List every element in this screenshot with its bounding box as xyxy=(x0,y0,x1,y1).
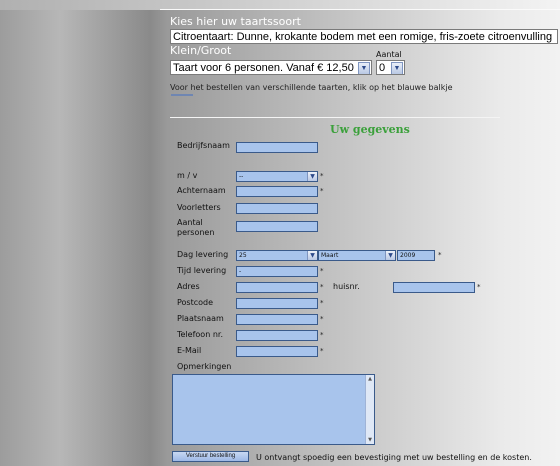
persons-label-line2: personen xyxy=(177,228,215,237)
size-select[interactable]: Taart voor 6 personen. Vanaf € 12,50 ▼ xyxy=(170,60,372,75)
phone-field[interactable] xyxy=(236,330,318,341)
housenumber-field[interactable] xyxy=(393,282,475,293)
delivery-year-field[interactable]: 2009 xyxy=(397,250,435,261)
required-mark: * xyxy=(320,299,324,307)
lastname-field[interactable] xyxy=(236,186,318,197)
address-label: Adres xyxy=(177,282,200,291)
postcode-label: Postcode xyxy=(177,298,214,307)
scroll-up-icon[interactable]: ▲ xyxy=(366,375,374,383)
amount-select-value: 0 xyxy=(379,62,386,74)
persons-label-line1: Aantal xyxy=(177,218,203,227)
housenumber-label: huisnr. xyxy=(333,282,360,291)
company-field[interactable] xyxy=(236,142,318,153)
initials-field[interactable] xyxy=(236,203,318,214)
product-title: Kies hier uw taartssoort xyxy=(170,15,301,28)
order-hint: Voor het bestellen van verschillende taa… xyxy=(170,83,453,92)
initials-label: Voorletters xyxy=(177,203,221,212)
top-bar-line xyxy=(160,9,560,10)
lastname-label: Achternaam xyxy=(177,186,226,195)
amount-select[interactable]: 0 ▼ xyxy=(376,60,405,75)
required-mark: * xyxy=(320,283,324,291)
comments-label: Opmerkingen xyxy=(177,362,232,371)
delivery-month-select[interactable]: Maart ▼ xyxy=(318,250,396,261)
persons-field[interactable] xyxy=(236,221,318,232)
submit-order-button[interactable]: Verstuur bestelling xyxy=(172,451,249,462)
chevron-down-icon: ▼ xyxy=(358,62,370,74)
gender-label: m / v xyxy=(177,171,198,180)
postcode-field[interactable] xyxy=(236,298,318,309)
required-mark: * xyxy=(320,187,324,195)
required-mark: * xyxy=(320,172,324,180)
email-field[interactable] xyxy=(236,346,318,357)
required-mark: * xyxy=(320,347,324,355)
form-divider xyxy=(170,117,500,118)
delivery-year-value: 2009 xyxy=(400,252,416,259)
gender-select[interactable]: -- ▼ xyxy=(236,171,318,182)
delivery-day-label: Dag levering xyxy=(177,250,229,259)
address-field[interactable] xyxy=(236,282,318,293)
comments-textarea[interactable]: ▲ ▼ xyxy=(172,374,375,445)
city-field[interactable] xyxy=(236,314,318,325)
required-mark: * xyxy=(320,267,324,275)
comments-scrollbar[interactable]: ▲ ▼ xyxy=(365,375,374,444)
chevron-down-icon: ▼ xyxy=(307,172,317,181)
gender-select-value: -- xyxy=(239,173,244,180)
required-mark: * xyxy=(477,283,481,291)
required-mark: * xyxy=(320,331,324,339)
delivery-time-value: - xyxy=(239,268,242,275)
delivery-time-field[interactable]: - xyxy=(236,266,318,277)
chevron-down-icon: ▼ xyxy=(385,251,395,260)
email-label: E-Mail xyxy=(177,346,202,355)
phone-label: Telefoon nr. xyxy=(177,330,223,339)
city-label: Plaatsnaam xyxy=(177,314,224,323)
form-heading: Uw gegevens xyxy=(330,123,410,136)
delivery-day-select[interactable]: 25 ▼ xyxy=(236,250,318,261)
confirmation-text: U ontvangt spoedig een bevestiging met u… xyxy=(256,453,532,462)
add-cake-bar[interactable] xyxy=(171,94,193,96)
required-mark: * xyxy=(320,315,324,323)
chevron-down-icon: ▼ xyxy=(391,62,403,74)
scroll-down-icon[interactable]: ▼ xyxy=(366,436,374,444)
size-title: Klein/Groot xyxy=(170,44,232,57)
chevron-down-icon: ▼ xyxy=(307,251,317,260)
company-label: Bedrijfsnaam xyxy=(177,141,230,150)
delivery-month-value: Maart xyxy=(321,252,339,259)
product-select-value: Citroentaart: Dunne, krokante bodem met … xyxy=(173,31,553,43)
delivery-time-label: Tijd levering xyxy=(177,266,227,275)
required-mark: * xyxy=(438,251,442,259)
amount-label: Aantal xyxy=(376,50,402,59)
size-select-value: Taart voor 6 personen. Vanaf € 12,50 xyxy=(173,62,354,74)
product-select[interactable]: Citroentaart: Dunne, krokante bodem met … xyxy=(170,29,558,44)
delivery-day-value: 25 xyxy=(239,252,247,259)
